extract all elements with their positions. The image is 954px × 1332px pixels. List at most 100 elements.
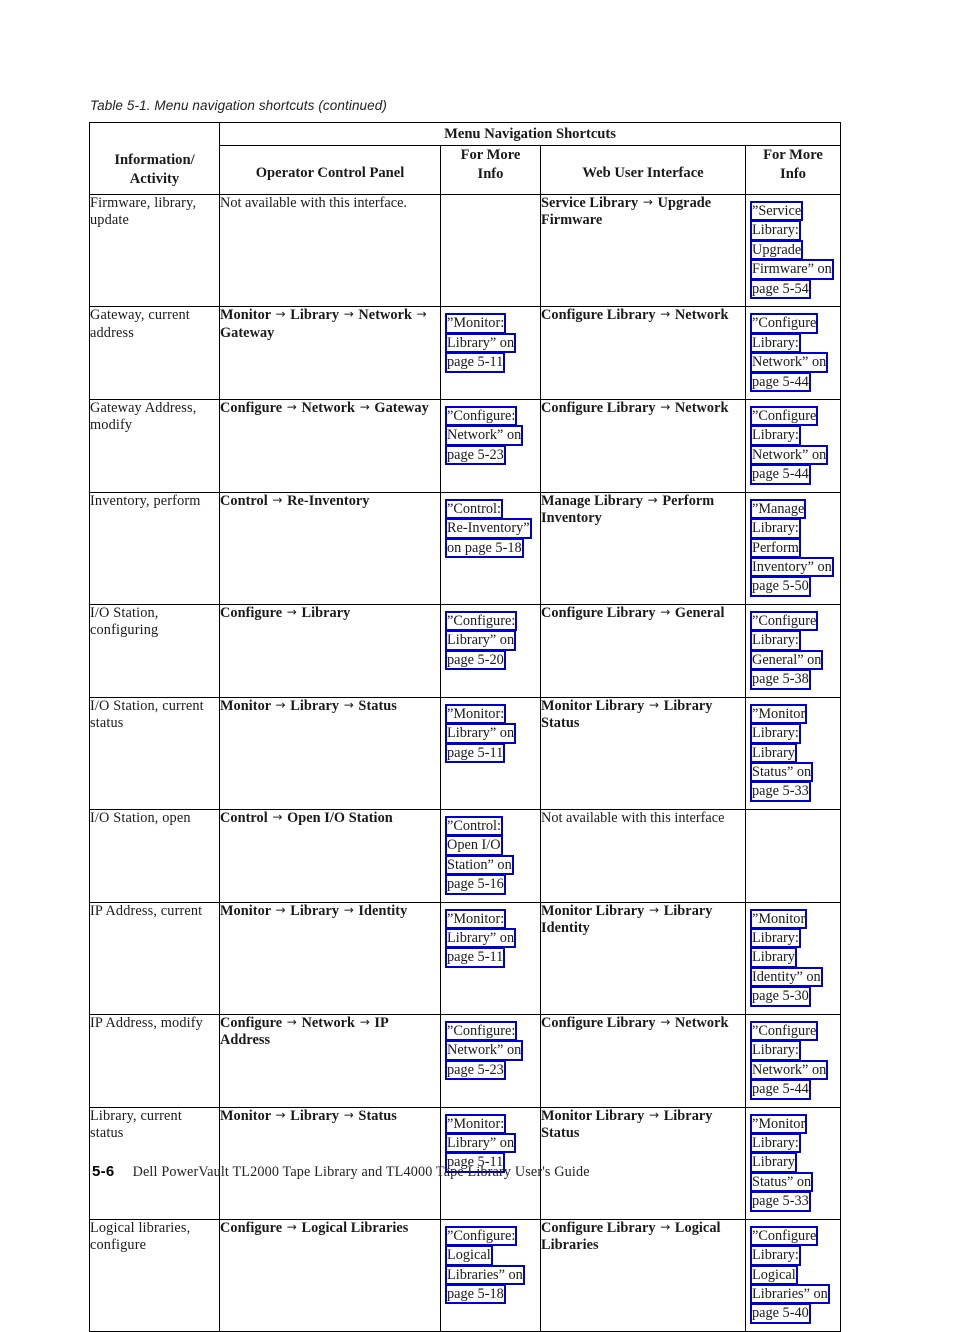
- cross-reference-link[interactable]: ”Monitor Library: Library Status” on page 5-…: [750, 1113, 837, 1212]
- cross-reference-link[interactable]: ”Configure Library: Network” on page 5-44: [750, 313, 837, 392]
- cross-reference-link[interactable]: ”Configure: Logical Libraries” on page 5-18: [445, 1225, 537, 1305]
- link-line[interactable]: Library” on: [445, 1132, 517, 1154]
- cell-for-more-info-ocp[interactable]: ”Monitor: Library” on page 5-11: [440, 901, 541, 1015]
- link-line[interactable]: Library:: [750, 518, 801, 539]
- link-line[interactable]: page 5-33: [750, 1191, 811, 1212]
- cross-reference-link[interactable]: ”Manage Library: Perform Inventory” on page …: [750, 498, 837, 597]
- link-line[interactable]: Open I/O: [445, 835, 503, 856]
- cell-for-more-info-ocp[interactable]: ”Monitor: Library” on page 5-11: [440, 306, 541, 400]
- link-line[interactable]: on page 5-18: [445, 537, 524, 558]
- link-line[interactable]: Library” on: [445, 630, 517, 651]
- cross-reference-link[interactable]: ”Monitor: Library” on page 5-11: [445, 703, 537, 763]
- cross-reference-link[interactable]: ”Service Library: Upgrade Firmware” on page …: [750, 201, 837, 300]
- link-line[interactable]: Firmware” on: [750, 259, 834, 280]
- link-line[interactable]: Upgrade: [750, 239, 804, 261]
- link-line[interactable]: ”Control:: [445, 815, 504, 837]
- cross-reference-link[interactable]: ”Monitor: Library” on page 5-11: [445, 908, 537, 968]
- cross-reference-link[interactable]: ”Control: Open I/O Station” on page 5-16: [445, 815, 537, 895]
- cell-for-more-info-ocp[interactable]: ”Monitor: Library” on page 5-11: [440, 696, 541, 810]
- link-line[interactable]: page 5-20: [445, 649, 506, 671]
- link-line[interactable]: ”Configure:: [445, 405, 518, 427]
- link-line[interactable]: page 5-23: [445, 1059, 506, 1081]
- link-line[interactable]: page 5-44: [750, 464, 811, 485]
- cross-reference-link[interactable]: ”Configure: Network” on page 5-23: [445, 1020, 537, 1081]
- link-line[interactable]: Perform: [750, 537, 801, 558]
- link-line[interactable]: Libraries” on: [445, 1264, 525, 1285]
- link-line[interactable]: page 5-11: [445, 742, 506, 763]
- link-line[interactable]: Library: [750, 742, 797, 763]
- cell-for-more-info-ocp[interactable]: ”Configure: Library” on page 5-20: [440, 603, 541, 698]
- link-line[interactable]: Network” on: [445, 425, 524, 446]
- link-line[interactable]: ”Configure: [750, 1020, 819, 1042]
- cell-for-more-info-ocp[interactable]: ”Control: Open I/O Station” on page 5-16: [440, 808, 541, 903]
- link-line[interactable]: page 5-18: [445, 1284, 506, 1305]
- link-line[interactable]: Network” on: [750, 444, 829, 466]
- cross-reference-link[interactable]: ”Configure Library: Logical Libraries” on pa…: [750, 1225, 837, 1324]
- link-line[interactable]: page 5-38: [750, 669, 811, 690]
- link-line[interactable]: Library:: [750, 723, 801, 744]
- link-line[interactable]: ”Configure: [750, 405, 819, 427]
- link-line[interactable]: Inventory” on: [750, 557, 834, 578]
- link-line[interactable]: Network” on: [750, 1059, 829, 1081]
- link-line[interactable]: Status” on: [750, 1171, 814, 1193]
- link-line[interactable]: Libraries” on: [750, 1284, 830, 1305]
- link-line[interactable]: ”Monitor:: [445, 908, 507, 929]
- link-line[interactable]: page 5-16: [445, 874, 506, 895]
- link-line[interactable]: page 5-23: [445, 444, 506, 466]
- link-line[interactable]: Library:: [750, 332, 801, 354]
- cell-for-more-info-web[interactable]: ”Configure Library: Network” on page 5-44: [744, 306, 842, 400]
- cross-reference-link[interactable]: ”Control: Re-Inventory” on page 5-18: [445, 498, 537, 558]
- cell-for-more-info-web[interactable]: ”Configure Library: Network” on page 5-44: [744, 1013, 842, 1108]
- link-line[interactable]: ”Monitor: [750, 703, 808, 725]
- cell-for-more-info-web[interactable]: ”Monitor Library: Library Identity” on page …: [744, 901, 842, 1015]
- cross-reference-link[interactable]: ”Configure Library: Network” on page 5-44: [750, 1020, 837, 1100]
- link-line[interactable]: Library:: [750, 928, 801, 949]
- cell-for-more-info-web[interactable]: ”Monitor Library: Library Status” on page 5-…: [744, 696, 842, 810]
- cross-reference-link[interactable]: ”Configure Library: Network” on page 5-44: [750, 405, 837, 485]
- link-line[interactable]: ”Monitor:: [445, 1113, 507, 1134]
- link-line[interactable]: ”Control:: [445, 498, 504, 520]
- cell-for-more-info-web[interactable]: ”Manage Library: Perform Inventory” on page …: [744, 491, 842, 605]
- link-line[interactable]: Library:: [750, 1132, 801, 1154]
- link-line[interactable]: Logical: [750, 1264, 798, 1285]
- link-line[interactable]: ”Configure: [750, 610, 819, 632]
- link-line[interactable]: Logical: [445, 1245, 493, 1266]
- link-line[interactable]: General” on: [750, 649, 824, 671]
- cell-for-more-info-ocp[interactable]: ”Configure: Logical Libraries” on page 5-18: [440, 1218, 541, 1332]
- link-line[interactable]: page 5-40: [750, 1303, 811, 1324]
- cross-reference-link[interactable]: ”Configure: Library” on page 5-20: [445, 610, 537, 671]
- link-line[interactable]: Status” on: [750, 761, 814, 783]
- cell-for-more-info-web[interactable]: ”Monitor Library: Library Status” on page 5-…: [744, 1106, 842, 1220]
- link-line[interactable]: Library” on: [445, 332, 517, 354]
- link-line[interactable]: Library:: [750, 220, 801, 241]
- link-line[interactable]: ”Monitor: [750, 1113, 808, 1134]
- cell-for-more-info-web[interactable]: ”Configure Library: Network” on page 5-44: [744, 398, 842, 493]
- link-line[interactable]: page 5-44: [750, 371, 811, 392]
- link-line[interactable]: Library:: [750, 630, 801, 651]
- link-line[interactable]: Library:: [750, 425, 801, 446]
- link-line[interactable]: page 5-11: [445, 352, 506, 373]
- link-line[interactable]: page 5-30: [750, 986, 811, 1007]
- cell-for-more-info-ocp[interactable]: ”Configure: Network” on page 5-23: [440, 398, 541, 493]
- cell-for-more-info-ocp[interactable]: ”Configure: Network” on page 5-23: [440, 1013, 541, 1108]
- link-line[interactable]: page 5-50: [750, 576, 811, 597]
- cross-reference-link[interactable]: ”Configure Library: General” on page 5-38: [750, 610, 837, 690]
- link-line[interactable]: page 5-11: [445, 947, 506, 968]
- link-line[interactable]: Library: [750, 1152, 797, 1173]
- link-line[interactable]: Library:: [750, 1040, 801, 1061]
- link-line[interactable]: Network” on: [750, 352, 829, 373]
- link-line[interactable]: ”Manage: [750, 498, 807, 520]
- link-line[interactable]: ”Configure: [750, 313, 819, 334]
- cross-reference-link[interactable]: ”Configure: Network” on page 5-23: [445, 405, 537, 466]
- cell-for-more-info-web[interactable]: ”Configure Library: Logical Libraries” on pa…: [744, 1218, 842, 1332]
- cell-for-more-info-ocp[interactable]: ”Control: Re-Inventory” on page 5-18: [440, 491, 541, 605]
- cross-reference-link[interactable]: ”Monitor Library: Library Status” on page 5-…: [750, 703, 837, 802]
- link-line[interactable]: Network” on: [445, 1040, 524, 1061]
- cross-reference-link[interactable]: ”Monitor Library: Library Identity” on page …: [750, 908, 837, 1007]
- link-line[interactable]: ”Configure:: [445, 610, 518, 632]
- link-line[interactable]: ”Configure:: [445, 1020, 518, 1042]
- link-line[interactable]: ”Monitor:: [445, 313, 507, 334]
- link-line[interactable]: ”Service: [750, 201, 804, 222]
- link-line[interactable]: page 5-44: [750, 1079, 811, 1100]
- link-line[interactable]: page 5-33: [750, 781, 811, 802]
